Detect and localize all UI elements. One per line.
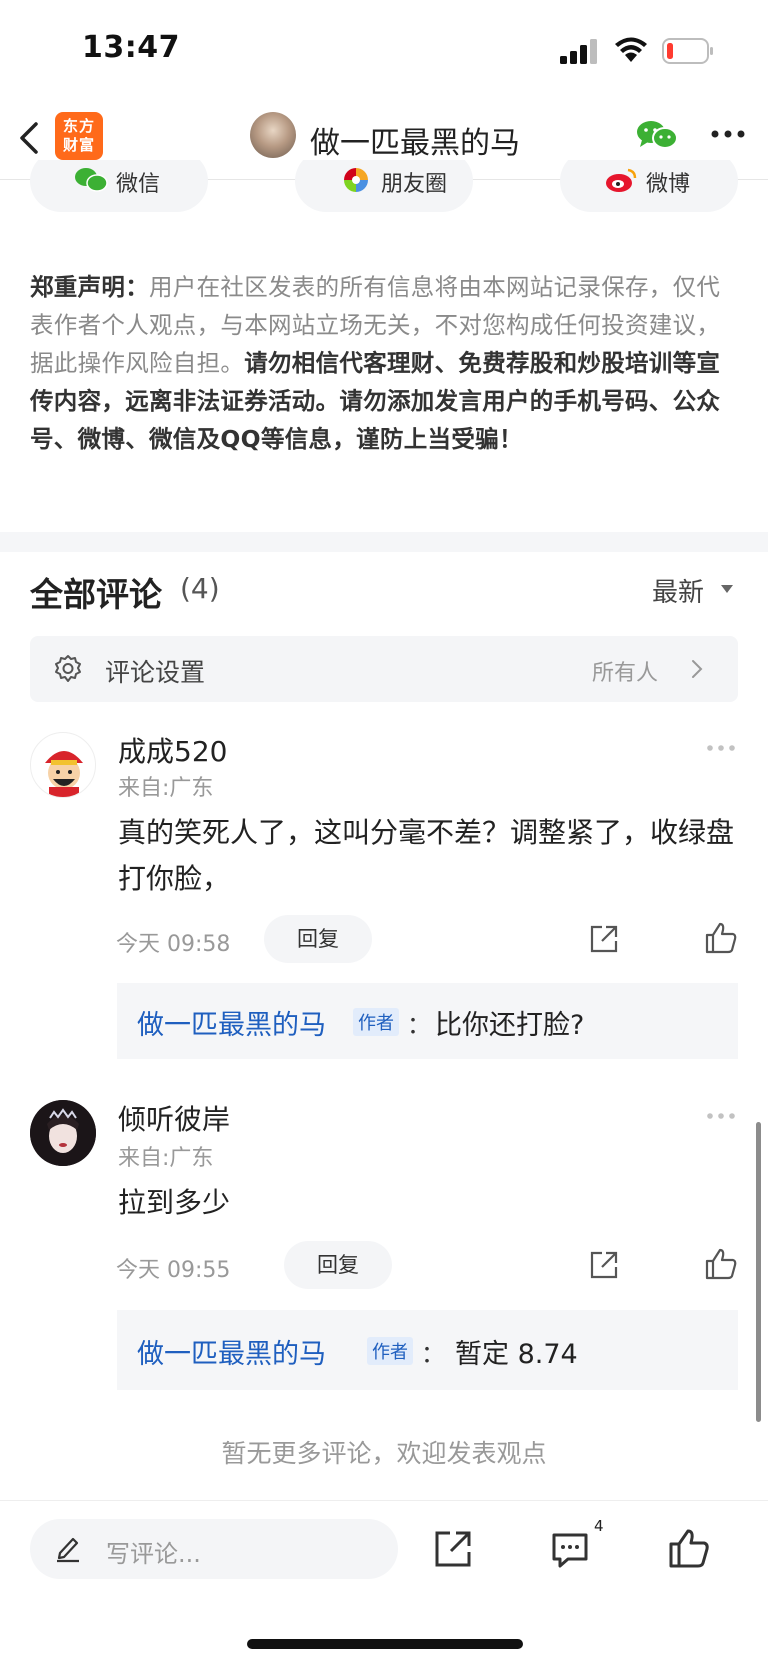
comment-input[interactable]: 写评论... <box>30 1519 398 1579</box>
share-row: 微信 朋友圈 微博 <box>0 160 768 224</box>
status-time: 13:47 <box>82 30 180 65</box>
comment-time: 今天 09:55 <box>116 1258 231 1283</box>
home-indicator <box>247 1639 523 1649</box>
bottom-bar: 写评论... 4 <box>0 1500 768 1663</box>
comment-input-placeholder: 写评论... <box>106 1540 201 1568</box>
caret-down-icon[interactable] <box>720 584 734 594</box>
comment-avatar[interactable] <box>30 732 96 798</box>
logo-text-line1: 东方 <box>62 117 95 135</box>
author-reply[interactable]: 做一匹最黑的马 作者 ： 暂定 8.74 <box>117 1310 738 1390</box>
reply-text: 比你还打脸? <box>435 1010 585 1041</box>
scrollbar[interactable] <box>756 1122 761 1422</box>
avatar-image <box>45 751 83 797</box>
comment-settings-label: 评论设置 <box>105 658 206 687</box>
share-weibo-label: 微博 <box>646 172 691 197</box>
comment-location: 来自:广东 <box>118 776 214 801</box>
wifi-icon <box>615 37 647 62</box>
section-divider <box>0 532 768 552</box>
comment-icon[interactable] <box>550 1531 590 1569</box>
share-icon[interactable] <box>433 1529 473 1569</box>
share-moments-button[interactable]: 朋友圈 <box>295 160 473 212</box>
comment-count-badge: 4 <box>594 1517 604 1535</box>
reply-button[interactable]: 回复 <box>284 1241 392 1289</box>
comment-text: 真的笑死人了，这叫分毫不差？调整紧了，收绿盘打你脸， <box>118 816 735 895</box>
more-icon[interactable] <box>708 122 748 146</box>
share-wechat-label: 微信 <box>116 172 161 197</box>
status-bar: 13:47 <box>0 0 768 100</box>
comment-text: 拉到多少 <box>118 1186 231 1219</box>
author-reply[interactable]: 做一匹最黑的马 作者 ： 比你还打脸? <box>117 983 738 1059</box>
comment-location: 来自:广东 <box>118 1146 214 1171</box>
page-title[interactable]: 做一匹最黑的马 <box>310 118 520 162</box>
back-arrow-icon[interactable] <box>16 118 44 158</box>
thumbs-up-icon[interactable] <box>668 1527 710 1569</box>
reply-colon: ： <box>421 1340 445 1368</box>
thumbs-up-icon[interactable] <box>704 921 738 955</box>
wechat-icon[interactable] <box>636 118 678 152</box>
reply-colon: ： <box>407 1011 431 1039</box>
wechat-icon <box>75 168 108 192</box>
battery-low-icon <box>662 38 713 64</box>
share-icon[interactable] <box>588 1249 620 1281</box>
app-logo[interactable]: 东方 财富 <box>55 112 103 160</box>
disclaimer-label: 郑重声明： <box>30 273 149 301</box>
comment-username[interactable]: 成成520 <box>118 730 227 770</box>
moments-icon <box>344 168 368 192</box>
cellular-signal-icon <box>560 39 597 64</box>
author-badge: 作者 <box>353 1008 399 1036</box>
reply-author-name[interactable]: 做一匹最黑的马 <box>137 1003 326 1042</box>
pen-icon <box>57 1537 79 1563</box>
logo-text-line2: 财富 <box>62 136 95 154</box>
disclaimer: 郑重声明：用户在社区发表的所有信息将由本网站记录保存，仅代表作者个人观点，与本网… <box>30 268 742 458</box>
more-dots-icon[interactable] <box>706 1112 736 1120</box>
comment-avatar[interactable] <box>30 1100 96 1166</box>
no-more-comments: 暂无更多评论，欢迎发表观点 <box>221 1439 547 1468</box>
share-icon[interactable] <box>588 923 620 955</box>
sort-dropdown[interactable]: 最新 <box>652 572 704 609</box>
comment-username[interactable]: 倾听彼岸 <box>118 1098 230 1138</box>
share-wechat-button[interactable]: 微信 <box>30 160 208 212</box>
comments-title: 全部评论 <box>30 575 162 614</box>
comment-time: 今天 09:58 <box>116 932 231 957</box>
reply-text: 暂定 8.74 <box>455 1339 578 1370</box>
comments-count: (4) <box>180 572 220 605</box>
comment-settings-bar[interactable]: 评论设置 所有人 <box>30 636 738 702</box>
share-moments-label: 朋友圈 <box>381 172 448 197</box>
gear-icon <box>55 655 81 682</box>
share-weibo-button[interactable]: 微博 <box>560 160 738 212</box>
comment-settings-value: 所有人 <box>592 661 659 686</box>
weibo-icon <box>606 168 637 192</box>
author-avatar[interactable] <box>250 112 296 158</box>
reply-button[interactable]: 回复 <box>264 915 372 963</box>
more-dots-icon[interactable] <box>706 744 736 752</box>
chevron-right-icon <box>692 660 703 678</box>
reply-author-name[interactable]: 做一匹最黑的马 <box>137 1332 326 1371</box>
author-badge: 作者 <box>367 1337 413 1365</box>
avatar-image <box>30 1100 96 1166</box>
thumbs-up-icon[interactable] <box>704 1247 738 1281</box>
